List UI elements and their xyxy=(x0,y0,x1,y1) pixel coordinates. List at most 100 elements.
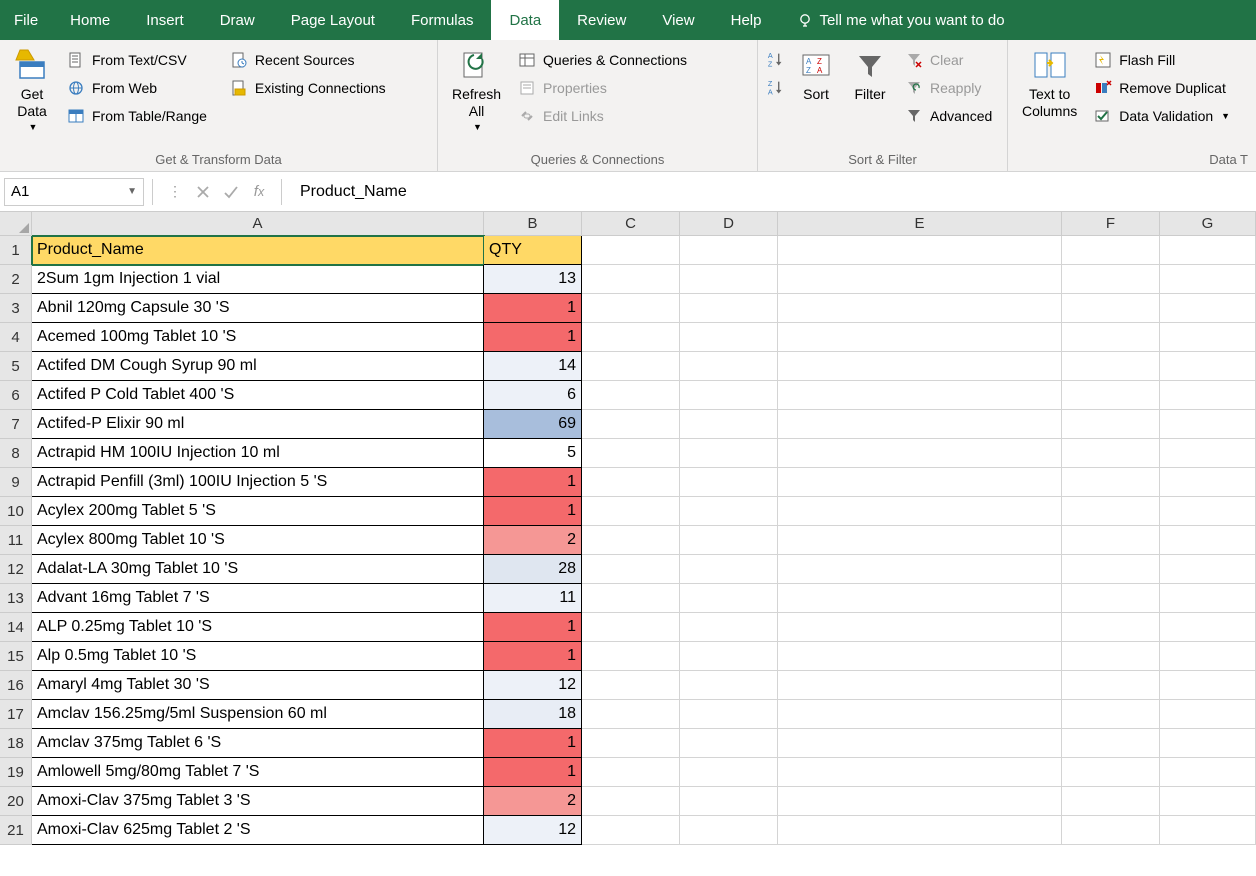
menu-home[interactable]: Home xyxy=(52,0,128,40)
cell[interactable] xyxy=(582,410,680,439)
cell[interactable] xyxy=(1160,758,1256,787)
cell[interactable] xyxy=(1160,352,1256,381)
menu-data[interactable]: Data xyxy=(491,0,559,40)
enter-icon[interactable] xyxy=(217,178,245,206)
menu-help[interactable]: Help xyxy=(713,0,780,40)
cell[interactable] xyxy=(582,700,680,729)
cell-product-name[interactable]: Alp 0.5mg Tablet 10 'S xyxy=(32,642,484,671)
cell[interactable] xyxy=(582,671,680,700)
cell[interactable] xyxy=(1062,584,1160,613)
cell[interactable] xyxy=(582,468,680,497)
cell[interactable] xyxy=(582,265,680,294)
row-header[interactable]: 5 xyxy=(0,352,32,381)
menu-file[interactable]: File xyxy=(0,0,52,40)
menu-page-layout[interactable]: Page Layout xyxy=(273,0,393,40)
data-validation-button[interactable]: Data Validation ▼ xyxy=(1087,104,1236,128)
cell[interactable] xyxy=(582,323,680,352)
cell[interactable] xyxy=(680,381,778,410)
remove-duplicates-button[interactable]: Remove Duplicat xyxy=(1087,76,1236,100)
cell-product-name[interactable]: Actifed DM Cough Syrup 90 ml xyxy=(32,352,484,381)
cell[interactable] xyxy=(1062,352,1160,381)
cell[interactable] xyxy=(778,265,1062,294)
cell[interactable] xyxy=(778,584,1062,613)
cell[interactable] xyxy=(582,236,680,265)
cancel-icon[interactable] xyxy=(189,178,217,206)
cell[interactable] xyxy=(1062,555,1160,584)
cell[interactable] xyxy=(680,642,778,671)
from-text-csv-button[interactable]: From Text/CSV xyxy=(60,48,213,72)
cell[interactable] xyxy=(778,410,1062,439)
cell-qty[interactable]: 1 xyxy=(484,323,582,352)
cell[interactable] xyxy=(582,526,680,555)
cell[interactable] xyxy=(680,787,778,816)
sort-button[interactable]: AZZA Sort xyxy=(790,44,842,107)
reapply-button[interactable]: Reapply xyxy=(898,76,998,100)
cell-qty[interactable]: 1 xyxy=(484,729,582,758)
cell-qty[interactable]: 1 xyxy=(484,642,582,671)
cell[interactable] xyxy=(1160,555,1256,584)
row-header[interactable]: 4 xyxy=(0,323,32,352)
cell[interactable] xyxy=(1062,729,1160,758)
menu-review[interactable]: Review xyxy=(559,0,644,40)
cell-qty[interactable]: 1 xyxy=(484,758,582,787)
column-header-C[interactable]: C xyxy=(582,212,680,236)
menu-view[interactable]: View xyxy=(644,0,712,40)
cell[interactable] xyxy=(778,323,1062,352)
cell[interactable] xyxy=(778,613,1062,642)
cell[interactable] xyxy=(1160,323,1256,352)
cell[interactable] xyxy=(680,352,778,381)
cell[interactable] xyxy=(680,758,778,787)
refresh-all-button[interactable]: Refresh All ▼ xyxy=(444,44,509,136)
column-header-B[interactable]: B xyxy=(484,212,582,236)
column-header-F[interactable]: F xyxy=(1062,212,1160,236)
cell[interactable] xyxy=(778,642,1062,671)
cell[interactable] xyxy=(1062,700,1160,729)
filter-button[interactable]: Filter xyxy=(844,44,896,107)
cell[interactable] xyxy=(582,294,680,323)
cell[interactable] xyxy=(680,439,778,468)
row-header[interactable]: 15 xyxy=(0,642,32,671)
cell-qty[interactable]: 28 xyxy=(484,555,582,584)
cell-qty[interactable]: 13 xyxy=(484,265,582,294)
cell[interactable] xyxy=(1160,613,1256,642)
from-web-button[interactable]: From Web xyxy=(60,76,213,100)
properties-button[interactable]: Properties xyxy=(511,76,693,100)
cell[interactable] xyxy=(778,294,1062,323)
cell[interactable] xyxy=(582,613,680,642)
cell[interactable] xyxy=(582,381,680,410)
cell-qty[interactable]: 18 xyxy=(484,700,582,729)
row-header[interactable]: 16 xyxy=(0,671,32,700)
cell-product-name[interactable]: Actifed-P Elixir 90 ml xyxy=(32,410,484,439)
flash-fill-button[interactable]: Flash Fill xyxy=(1087,48,1236,72)
cell-product-name[interactable]: Actrapid Penfill (3ml) 100IU Injection 5… xyxy=(32,468,484,497)
formula-input[interactable] xyxy=(290,178,1256,206)
cell[interactable] xyxy=(1160,236,1256,265)
cell[interactable] xyxy=(1062,642,1160,671)
cell[interactable] xyxy=(778,671,1062,700)
cell[interactable] xyxy=(680,816,778,845)
cell[interactable] xyxy=(1062,497,1160,526)
cell[interactable] xyxy=(1062,236,1160,265)
cell-qty[interactable]: 6 xyxy=(484,381,582,410)
cell[interactable] xyxy=(778,352,1062,381)
cell[interactable] xyxy=(582,584,680,613)
row-header[interactable]: 17 xyxy=(0,700,32,729)
cell-qty[interactable]: 5 xyxy=(484,439,582,468)
insert-function-button[interactable]: fx xyxy=(245,178,273,206)
row-header[interactable]: 9 xyxy=(0,468,32,497)
cell-qty[interactable]: 11 xyxy=(484,584,582,613)
cell[interactable] xyxy=(1062,439,1160,468)
row-header[interactable]: 6 xyxy=(0,381,32,410)
row-header[interactable]: 21 xyxy=(0,816,32,845)
cell[interactable] xyxy=(582,787,680,816)
cell[interactable] xyxy=(1160,294,1256,323)
cell-product-name[interactable]: 2Sum 1gm Injection 1 vial xyxy=(32,265,484,294)
cell[interactable] xyxy=(680,265,778,294)
select-all-corner[interactable] xyxy=(0,212,32,236)
cell[interactable] xyxy=(778,236,1062,265)
cell-qty[interactable]: 12 xyxy=(484,671,582,700)
cell[interactable] xyxy=(680,497,778,526)
sort-desc-button[interactable]: ZA xyxy=(764,76,788,100)
cell-qty[interactable]: 12 xyxy=(484,816,582,845)
row-header[interactable]: 13 xyxy=(0,584,32,613)
